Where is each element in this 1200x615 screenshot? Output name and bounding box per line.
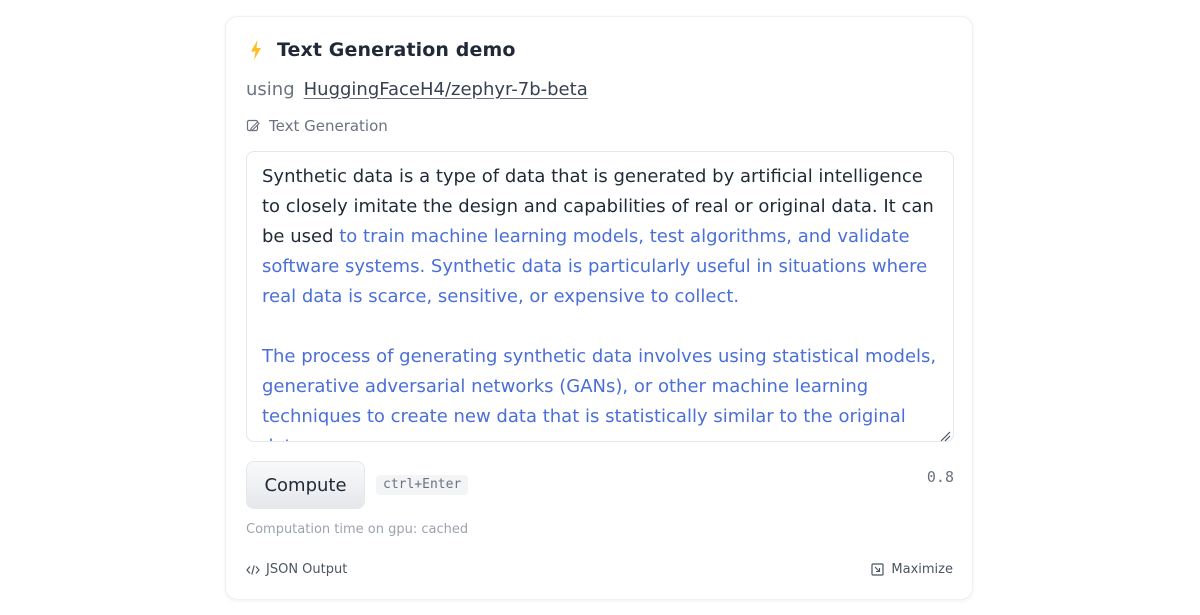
- keyboard-shortcut-hint: ctrl+Enter: [376, 475, 469, 495]
- maximize-button[interactable]: Maximize: [871, 562, 953, 577]
- resize-handle-icon[interactable]: [939, 427, 951, 441]
- generated-text: to train machine learning models, test a…: [262, 226, 928, 307]
- maximize-label: Maximize: [891, 562, 953, 577]
- model-info: using HuggingFaceH4/zephyr-7b-beta: [246, 79, 588, 100]
- json-output-label: JSON Output: [266, 562, 348, 577]
- computation-time: Computation time on gpu: cached: [246, 522, 469, 537]
- pencil-tag-icon: [246, 119, 261, 134]
- model-link[interactable]: HuggingFaceH4/zephyr-7b-beta: [304, 79, 588, 100]
- widget-header: Text Generation demo: [246, 37, 516, 63]
- task-label: Text Generation: [269, 117, 388, 135]
- output-score: 0.8: [926, 468, 954, 486]
- task-label-row: Text Generation: [246, 117, 388, 135]
- json-output-toggle[interactable]: JSON Output: [246, 562, 347, 577]
- using-label: using: [246, 79, 295, 100]
- code-brackets-icon: [246, 563, 260, 577]
- generated-text-continued: The process of generating synthetic data…: [262, 346, 937, 441]
- text-content[interactable]: Synthetic data is a type of data that is…: [262, 162, 938, 441]
- lightning-bolt-icon: [246, 39, 266, 61]
- inference-widget-card: Text Generation demo using HuggingFaceH4…: [225, 16, 973, 600]
- compute-button[interactable]: Compute: [246, 461, 365, 509]
- widget-title: Text Generation demo: [277, 39, 516, 61]
- text-input-area[interactable]: Synthetic data is a type of data that is…: [246, 151, 954, 442]
- maximize-icon: [871, 563, 885, 576]
